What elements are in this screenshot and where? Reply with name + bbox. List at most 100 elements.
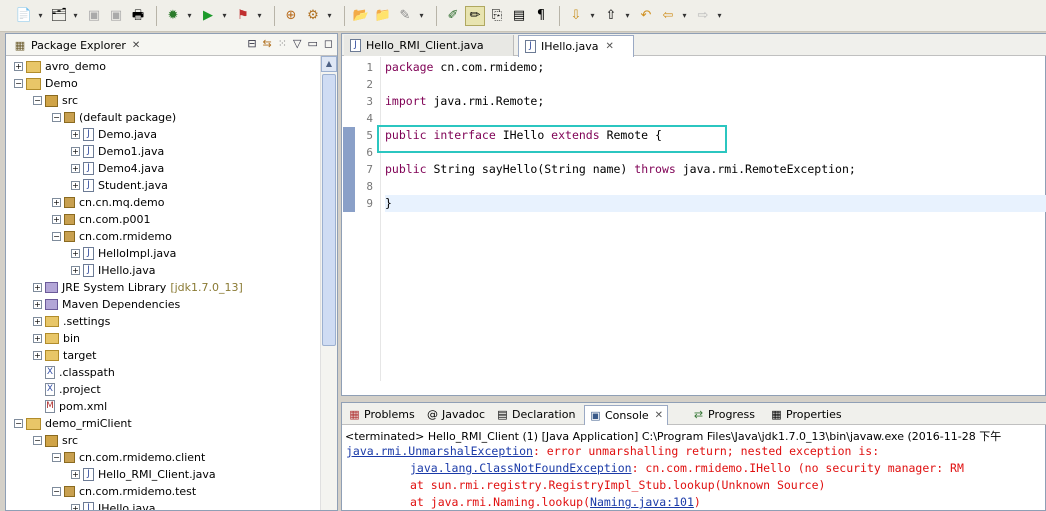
- view-menu-icon[interactable]: ⁙: [278, 37, 287, 50]
- expand-icon[interactable]: +: [52, 215, 61, 224]
- expand-icon[interactable]: +: [33, 334, 42, 343]
- tree-item-java-file[interactable]: + J Demo.java: [71, 126, 157, 143]
- chevron-down-icon[interactable]: ▾: [417, 6, 426, 26]
- expand-icon[interactable]: +: [71, 504, 80, 510]
- expand-icon[interactable]: +: [71, 249, 80, 258]
- expand-icon[interactable]: +: [33, 300, 42, 309]
- tab-console[interactable]: ▣ Console ✕: [584, 405, 669, 425]
- chevron-down-icon[interactable]: ▾: [36, 6, 45, 26]
- run-external-icon[interactable]: ⚑: [233, 6, 253, 26]
- next-annotation-icon[interactable]: ⇩: [566, 6, 586, 26]
- tree-item-project[interactable]: + avro_demo: [14, 58, 106, 75]
- collapse-icon[interactable]: −: [33, 436, 42, 445]
- expand-icon[interactable]: +: [52, 198, 61, 207]
- collapse-icon[interactable]: −: [52, 453, 61, 462]
- collapse-icon[interactable]: −: [52, 232, 61, 241]
- tab-hello-rmi-client[interactable]: J Hello_RMI_Client.java: [344, 35, 514, 56]
- tree-item-package[interactable]: + cn.cn.mq.demo: [52, 194, 164, 211]
- collapse-icon[interactable]: −: [14, 79, 23, 88]
- maximize-icon[interactable]: ◻: [324, 37, 333, 50]
- highlight-icon[interactable]: ✐: [443, 6, 463, 26]
- view-menu-dropdown-icon[interactable]: ▽: [293, 37, 301, 50]
- run-icon[interactable]: ▶: [198, 6, 218, 26]
- tab-declaration[interactable]: ▤ Declaration: [492, 405, 579, 424]
- collapse-icon[interactable]: −: [52, 487, 61, 496]
- tree-item-file[interactable]: X .project: [33, 381, 101, 398]
- forward-icon[interactable]: ⇨: [693, 6, 713, 26]
- scroll-up-icon[interactable]: ▲: [321, 56, 337, 72]
- tree-item-java-file[interactable]: + J Hello_RMI_Client.java: [71, 466, 216, 483]
- expand-icon[interactable]: +: [33, 283, 42, 292]
- tab-javadoc[interactable]: @ Javadoc: [422, 405, 489, 424]
- tools-icon[interactable]: ✎: [395, 6, 415, 26]
- tab-properties[interactable]: ▦ Properties: [766, 405, 846, 424]
- tab-progress[interactable]: ⇄ Progress: [688, 405, 759, 424]
- tree-item-file[interactable]: Mpom.xml: [33, 398, 107, 415]
- chevron-down-icon[interactable]: ▾: [220, 6, 229, 26]
- open-task-icon[interactable]: 📁: [373, 6, 393, 26]
- collapse-icon[interactable]: −: [33, 96, 42, 105]
- tree-item-package[interactable]: − cn.com.rmidemo: [52, 228, 172, 245]
- tree-item-package[interactable]: − (default package): [52, 109, 176, 126]
- tree-item-package[interactable]: − cn.com.rmidemo.test: [52, 483, 196, 500]
- expand-icon[interactable]: +: [71, 130, 80, 139]
- scrollbar-thumb[interactable]: [322, 74, 336, 346]
- prev-annotation-icon[interactable]: ⇧: [601, 6, 621, 26]
- new-wizard-icon[interactable]: 📄: [14, 6, 34, 26]
- tree-item-project[interactable]: − Demo: [14, 75, 78, 92]
- expand-icon[interactable]: +: [71, 147, 80, 156]
- last-edit-icon[interactable]: ↶: [636, 6, 656, 26]
- code-area[interactable]: 1 2 3 4 5 6 7 8 9 package cn.com.rmidemo…: [342, 57, 1046, 418]
- chevron-down-icon[interactable]: ▾: [680, 6, 689, 26]
- tree-item-java-file[interactable]: + J HelloImpl.java: [71, 245, 176, 262]
- tree-item-folder[interactable]: + .settings: [33, 313, 110, 330]
- package-explorer-tab[interactable]: ▦ Package Explorer ✕ ⊟ ⇆ ⁙ ▽ ▭ ◻: [6, 34, 337, 56]
- tree-item-java-file[interactable]: + J IHello.java: [71, 500, 155, 510]
- open-folder-icon[interactable]: 📂: [351, 6, 371, 26]
- save-icon[interactable]: ▣: [84, 6, 104, 26]
- tab-ihello[interactable]: J IHello.java ✕: [518, 35, 634, 57]
- expand-icon[interactable]: +: [33, 351, 42, 360]
- expand-icon[interactable]: +: [14, 62, 23, 71]
- collapse-icon[interactable]: −: [14, 419, 23, 428]
- collapse-icon[interactable]: −: [52, 113, 61, 122]
- expand-icon[interactable]: +: [33, 317, 42, 326]
- tree-item-java-file[interactable]: + J Student.java: [71, 177, 168, 194]
- open-perspective-icon[interactable]: ⊕: [281, 6, 301, 26]
- tree-item-java-file[interactable]: + J Demo1.java: [71, 143, 164, 160]
- source-link[interactable]: Naming.java:101: [590, 495, 694, 509]
- tree-item-library[interactable]: + JRE System Library [jdk1.7.0_13]: [33, 279, 243, 296]
- close-icon[interactable]: ✕: [132, 40, 140, 51]
- expand-icon[interactable]: +: [71, 266, 80, 275]
- tree-item-source-folder[interactable]: − src: [33, 432, 78, 449]
- show-whitespace-icon[interactable]: ¶: [531, 6, 551, 26]
- chevron-down-icon[interactable]: ▾: [588, 6, 597, 26]
- tree-item-source-folder[interactable]: − src: [33, 92, 78, 109]
- block-select-icon[interactable]: ⎘: [487, 6, 507, 26]
- close-icon[interactable]: ✕: [655, 410, 663, 421]
- collapse-all-icon[interactable]: ⊟: [247, 37, 256, 50]
- tree-item-folder[interactable]: + bin: [33, 330, 80, 347]
- chevron-down-icon[interactable]: ▾: [715, 6, 724, 26]
- chevron-down-icon[interactable]: ▾: [623, 6, 632, 26]
- expand-icon[interactable]: +: [71, 164, 80, 173]
- save-all-icon[interactable]: ▣: [106, 6, 126, 26]
- back-icon[interactable]: ⇦: [658, 6, 678, 26]
- mark-occurrences-icon[interactable]: ✏: [465, 5, 485, 26]
- chevron-down-icon[interactable]: ▾: [71, 6, 80, 26]
- debug-icon[interactable]: ✹: [163, 6, 183, 26]
- minimize-icon[interactable]: ▭: [307, 37, 317, 50]
- chevron-down-icon[interactable]: ▾: [185, 6, 194, 26]
- expand-icon[interactable]: +: [71, 181, 80, 190]
- new-dropdown-icon[interactable]: 🗂: [49, 6, 69, 26]
- outline-icon[interactable]: ▤: [509, 6, 529, 26]
- search-icon[interactable]: ⚙: [303, 6, 323, 26]
- tab-problems[interactable]: ▦ Problems: [344, 405, 419, 424]
- tree-item-folder[interactable]: + target: [33, 347, 96, 364]
- tree-item-package[interactable]: + cn.com.p001: [52, 211, 150, 228]
- exception-link[interactable]: java.rmi.UnmarshalException: [346, 444, 533, 458]
- tree-item-file[interactable]: X .classpath: [33, 364, 115, 381]
- vertical-scrollbar[interactable]: ▲: [320, 56, 337, 510]
- tree-item-package[interactable]: − cn.com.rmidemo.client: [52, 449, 205, 466]
- tree-item-java-file[interactable]: + J Demo4.java: [71, 160, 164, 177]
